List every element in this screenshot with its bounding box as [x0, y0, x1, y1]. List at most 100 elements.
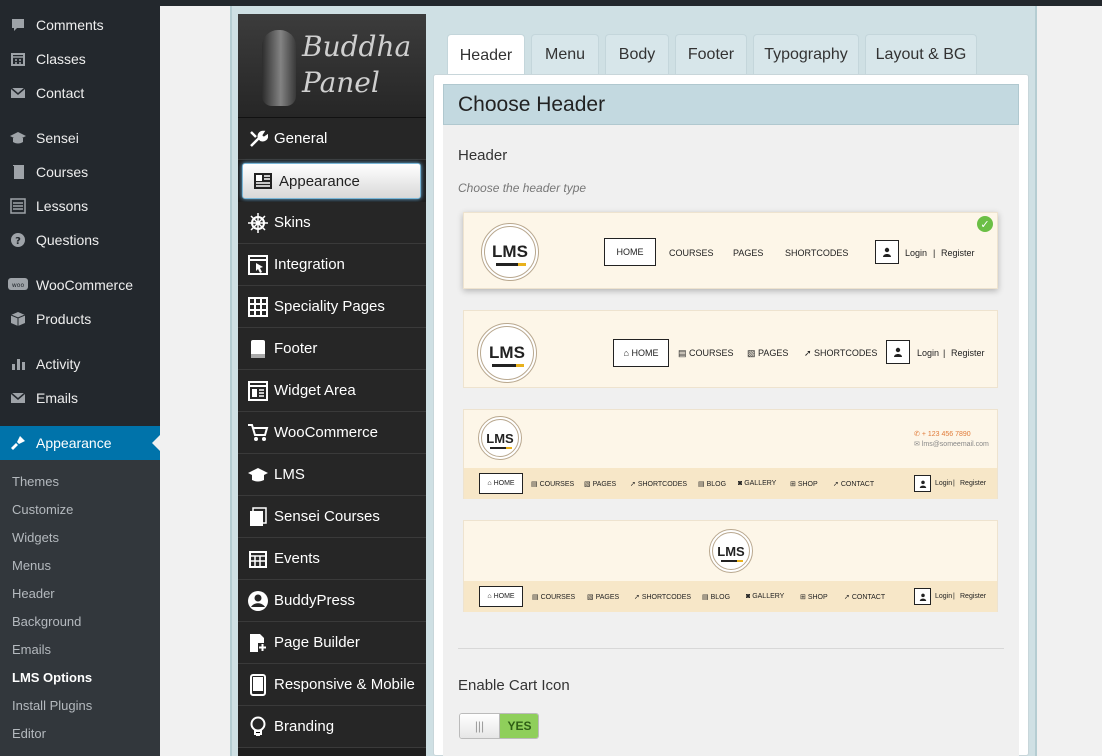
preview-nav-shortcodes: ➚ SHORTCODES	[804, 348, 878, 358]
wp-menu-sensei[interactable]: Sensei	[0, 121, 160, 155]
logo-bar-accent	[506, 447, 512, 449]
logo-bar	[490, 447, 506, 449]
panel-menu-sensei-courses[interactable]: Sensei Courses	[238, 496, 426, 538]
panel-menu-responsive-mobile[interactable]: Responsive & Mobile	[238, 664, 426, 706]
logo-bar	[492, 364, 516, 367]
header-type-3[interactable]: LMS ✆ + 123 456 7890 ✉ lms@someemail.com…	[463, 409, 998, 499]
tab-body[interactable]: Body	[605, 34, 669, 74]
panel-menu-lms[interactable]: LMS	[238, 454, 426, 496]
panel-menu-integration[interactable]: Integration	[238, 244, 426, 286]
preview-nav-gallery: ◙ GALLERY	[738, 480, 777, 487]
header-option-description: Choose the header type	[458, 181, 587, 195]
tab-layout-bg[interactable]: Layout & BG	[865, 34, 977, 74]
preview-nav-courses-label: COURSES	[689, 348, 734, 358]
preview-register: Register	[951, 348, 985, 358]
panel-menu-events[interactable]: Events	[238, 538, 426, 580]
panel-menu-speciality-pages[interactable]: Speciality Pages	[238, 286, 426, 328]
preview-nav-courses: ▤ COURSES	[678, 348, 734, 358]
tab-header[interactable]: Header	[447, 34, 525, 76]
toggle-knob[interactable]: |||	[460, 714, 500, 738]
panel-menu-branding[interactable]: Branding	[238, 706, 426, 748]
panel-menu-label: Events	[274, 550, 320, 567]
wp-menu-label: Questions	[36, 232, 100, 248]
wp-menu-emails[interactable]: Emails	[0, 381, 160, 415]
preview-nav-home-label: HOME	[631, 348, 659, 358]
preview-nav-contact-label: CONTACT	[840, 481, 875, 488]
home-icon: ⌂	[623, 348, 632, 358]
lms-logo-text: LMS	[489, 343, 525, 362]
header-type-2[interactable]: LMS ⌂ HOME ▤ COURSES ▧ PAGES ➚ SHORTCODE…	[463, 310, 998, 388]
wp-submenu-emails[interactable]: Emails	[12, 642, 51, 657]
header-type-4[interactable]: LMS ⌂ HOME ▤ COURSES ▧ PAGES ➚ SHORTCODE…	[463, 520, 998, 612]
wp-menu-contact[interactable]: Contact	[0, 76, 160, 110]
panel-menu-label: Footer	[274, 340, 318, 357]
cart-icon-toggle[interactable]: ||| YES	[459, 713, 539, 739]
preview-nav-home: HOME	[604, 238, 656, 266]
panel-menu-page-builder[interactable]: Page Builder	[238, 622, 426, 664]
lms-logo: LMS	[478, 416, 522, 460]
wp-submenu-themes[interactable]: Themes	[12, 474, 59, 489]
wp-menu-activity[interactable]: Activity	[0, 347, 160, 381]
preview-nav-contact-label: CONTACT	[851, 594, 886, 601]
wp-menu-appearance[interactable]: Appearance	[0, 426, 160, 460]
preview-nav-pages: ▧ PAGES	[584, 481, 617, 488]
wp-menu-woocommerce[interactable]: woo WooCommerce	[0, 268, 160, 302]
panel-menu-label: BuddyPress	[274, 592, 355, 609]
mail-icon	[0, 85, 36, 101]
panel-menu-footer[interactable]: Footer	[238, 328, 426, 370]
wp-submenu-background[interactable]: Background	[12, 614, 81, 629]
preview-nav-courses-label: COURSES	[540, 594, 576, 601]
calendar-icon	[242, 550, 274, 568]
panel-menu-skins[interactable]: Skins	[238, 202, 426, 244]
wp-submenu-menus[interactable]: Menus	[12, 558, 51, 573]
panel-menu-label: Speciality Pages	[274, 298, 385, 315]
logo-bar-accent	[516, 364, 524, 367]
preview-nav-blog-label: BLOG	[710, 594, 731, 601]
preview-nav-pages: ▧ PAGES	[747, 348, 789, 358]
panel-menu-widget-area[interactable]: Widget Area	[238, 370, 426, 412]
panel-menu-label: Responsive & Mobile	[274, 676, 415, 693]
preview-nav-shortcodes-label: SHORTCODES	[814, 348, 878, 358]
ship-wheel-icon	[242, 212, 274, 234]
tab-typography[interactable]: Typography	[753, 34, 859, 74]
wp-menu-classes[interactable]: Classes	[0, 42, 160, 76]
panel-menu-appearance[interactable]: Appearance	[242, 163, 421, 199]
wp-menu-label: Appearance	[36, 435, 112, 451]
wp-menu-courses[interactable]: Courses	[0, 155, 160, 189]
preview-separator: |	[953, 480, 955, 487]
preview-nav-pages: PAGES	[733, 248, 764, 258]
wp-submenu-widgets[interactable]: Widgets	[12, 530, 59, 545]
panel-menu-label: Widget Area	[274, 382, 356, 399]
wp-submenu-lms-options[interactable]: LMS Options	[12, 670, 92, 685]
wp-menu-lessons[interactable]: Lessons	[0, 189, 160, 223]
wp-menu-products[interactable]: Products	[0, 302, 160, 336]
preview-email: ✉ lms@someemail.com	[914, 441, 989, 448]
header-type-1[interactable]: LMS HOME COURSES PAGES SHORTCODES Login …	[463, 212, 998, 289]
preview-register: Register	[941, 248, 975, 258]
user-icon	[914, 475, 931, 492]
window-cursor-icon	[242, 254, 274, 275]
tab-menu[interactable]: Menu	[531, 34, 599, 74]
panel-menu-woocommerce[interactable]: WooCommerce	[238, 412, 426, 454]
preview-email-text: lms@someemail.com	[921, 441, 989, 448]
preview-nav-blog: ▤ BLOG	[702, 594, 731, 601]
panel-menu-general[interactable]: General	[238, 118, 426, 160]
preview-phone-text: + 123 456 7890	[921, 431, 971, 438]
wp-submenu-header[interactable]: Header	[12, 586, 55, 601]
widget-icon	[242, 380, 274, 401]
panel-menu-label: Appearance	[279, 172, 360, 190]
tab-footer[interactable]: Footer	[675, 34, 747, 74]
wp-submenu-customize[interactable]: Customize	[12, 502, 73, 517]
divider	[458, 648, 1004, 649]
wp-menu-label: Sensei	[36, 130, 79, 146]
wp-submenu-install-plugins[interactable]: Install Plugins	[12, 698, 92, 713]
wp-submenu-editor[interactable]: Editor	[12, 726, 46, 741]
cart-option-title: Enable Cart Icon	[458, 677, 570, 694]
cart-icon	[242, 423, 274, 443]
graduation-cap-icon	[0, 130, 36, 146]
wp-menu-questions[interactable]: ? Questions	[0, 223, 160, 257]
panel-menu-buddypress[interactable]: BuddyPress	[238, 580, 426, 622]
wp-menu-comments[interactable]: Comments	[0, 8, 160, 42]
preview-nav-courses-label: COURSES	[539, 481, 575, 488]
stack-icon	[242, 506, 274, 527]
